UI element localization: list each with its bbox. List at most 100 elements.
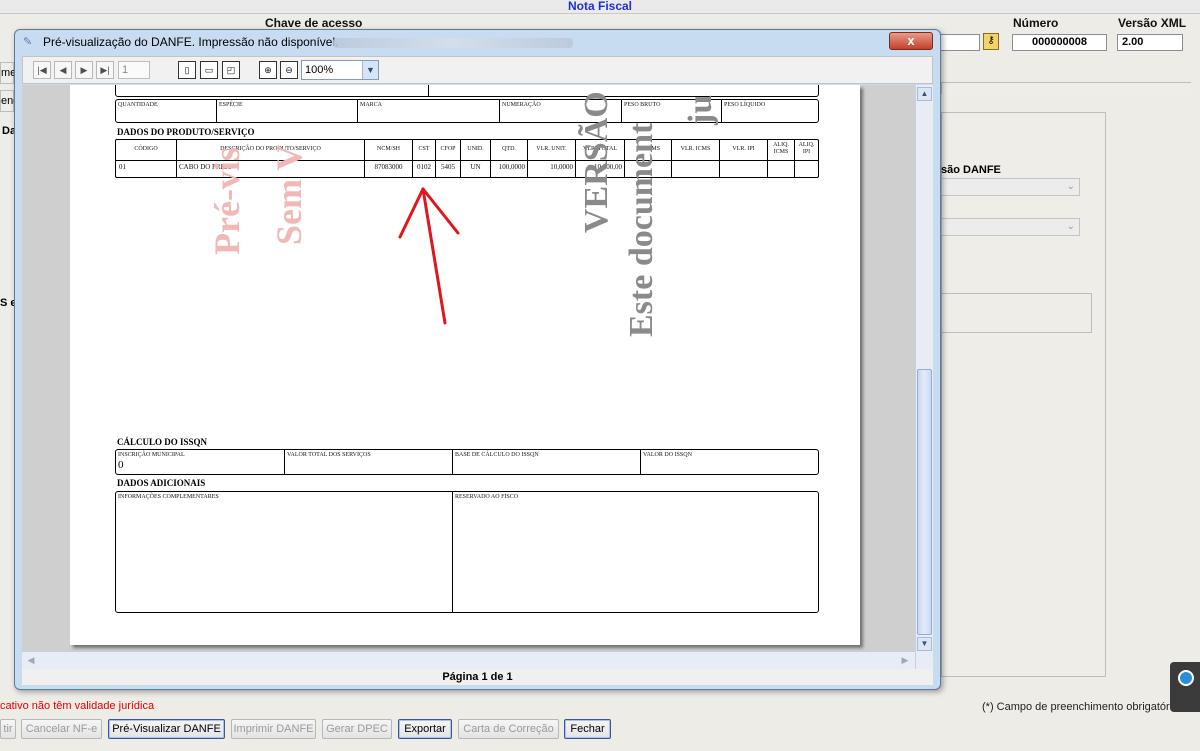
scroll-left-icon[interactable]: ◀ (24, 653, 38, 668)
issqn-title: CÁLCULO DO ISSQN (117, 437, 208, 447)
col-header: NCM/SH (376, 146, 400, 152)
divider (428, 85, 429, 96)
first-page-icon[interactable]: |◀ (33, 61, 51, 79)
col-header: CÓDIGO (134, 146, 158, 152)
danfe-format-label: são DANFE (941, 164, 1001, 176)
scroll-up-icon[interactable]: ▲ (917, 87, 932, 101)
last-page-icon[interactable]: ▶| (96, 61, 114, 79)
product-ncm: 87083000 (374, 163, 403, 171)
watermark-red-1: Pré-vis (207, 147, 247, 255)
watermark-gray-1: VERSÃO (578, 91, 615, 233)
divider (452, 492, 453, 612)
scroll-down-icon[interactable]: ▼ (917, 637, 932, 651)
issqn-header: INSCRIÇÃO MUNICIPAL (118, 452, 185, 458)
gerar-dpec-button[interactable]: Gerar DPEC (322, 719, 392, 739)
vol-header: PESO LÍQUIDO (724, 102, 766, 108)
issqn-box: INSCRIÇÃO MUNICIPAL VALOR TOTAL DOS SERV… (115, 449, 819, 475)
vol-header: ESPÉCIE (219, 102, 243, 108)
chevron-down-icon: ⌄ (1066, 221, 1075, 232)
zoom-value: 100% (305, 64, 334, 76)
warning-text: cativo não têm validade jurídica (0, 700, 155, 712)
versao-label: Versão XML (1118, 16, 1187, 30)
required-note: (*) Campo de preenchimento obrigatório. (982, 701, 1182, 713)
inscricao-value: 0 (118, 459, 124, 471)
product-unit: UN (470, 163, 481, 171)
issqn-header: VALOR TOTAL DOS SERVIÇOS (287, 452, 371, 458)
app-title: Nota Fiscal (567, 0, 633, 13)
vol-header: NUMERAÇÃO (502, 102, 541, 108)
zoom-in-icon[interactable]: ⊕ (259, 61, 277, 79)
scroll-right-icon[interactable]: ▶ (898, 653, 912, 668)
page-width-icon[interactable]: ▭ (200, 61, 218, 79)
chave-label: Chave de acesso (265, 16, 363, 30)
side-tab-1[interactable]: met (0, 62, 19, 84)
close-button[interactable]: x (889, 32, 933, 50)
danfe-page: QUANTIDADE ESPÉCIE MARCA NUMERAÇÃO PESO … (70, 85, 860, 645)
pre-visualizar-danfe-button[interactable]: Pré-Visualizar DANFE (108, 719, 225, 739)
page-fit-icon[interactable]: ◰ (222, 61, 240, 79)
watermark-red-2: Sem V (269, 144, 309, 245)
col-header: ALIQ. IPI (798, 142, 815, 155)
adicionais-box: INFORMAÇÕES COMPLEMENTARES RESERVADO AO … (115, 491, 819, 613)
chevron-down-icon: ▼ (362, 61, 378, 79)
product-qty: 100,0000 (498, 163, 525, 171)
scroll-thumb[interactable] (917, 369, 932, 635)
watermark-gray-2: Este document (623, 122, 660, 337)
preview-toolbar: |◀ ◀ ▶ ▶| 1 ▯ ▭ ◰ ⊕ ⊖ 100% ▼ (22, 56, 933, 84)
vol-header: QUANTIDADE (118, 102, 158, 108)
issqn-header: BASE DE CÁLCULO DO ISSQN (455, 452, 539, 458)
products-title: DADOS DO PRODUTO/SERVIÇO (117, 127, 255, 137)
preview-viewport: QUANTIDADE ESPÉCIE MARCA NUMERAÇÃO PESO … (22, 85, 933, 669)
page-number-input[interactable]: 1 (118, 61, 150, 79)
numero-label: Número (1013, 16, 1059, 30)
col-header: VLR. UNIT. (536, 146, 567, 152)
zoom-out-icon[interactable]: ⊖ (280, 61, 298, 79)
watermark-gray-3: ju (682, 94, 719, 125)
red-arrow-annotation (398, 187, 460, 325)
horizontal-scrollbar[interactable]: ◀ ▶ (22, 651, 915, 669)
numero-field[interactable]: 000000008 (1012, 34, 1107, 51)
product-cfop: 5405 (441, 163, 455, 171)
versao-field[interactable]: 2.00 (1117, 34, 1183, 51)
right-subpanel (941, 293, 1092, 333)
col-header: UNID. (467, 146, 484, 152)
fechar-button[interactable]: Fechar (564, 719, 611, 739)
right-panel-edge (941, 82, 1191, 94)
issqn-header: VALOR DO ISSQN (643, 452, 692, 458)
emitir-button[interactable]: tir (0, 719, 16, 739)
danfe-preview-window: ✎ Pré-visualização do DANFE. Impressão n… (14, 29, 941, 690)
blurred-key (333, 38, 573, 48)
side-tab-2[interactable]: eno (0, 90, 19, 112)
product-unit-value: 10,0000 (550, 163, 573, 171)
col-header: CST (418, 146, 430, 152)
page-single-icon[interactable]: ▯ (178, 61, 196, 79)
product-cst: 0102 (417, 163, 431, 171)
adicionais-title: DADOS ADICIONAIS (117, 478, 206, 488)
side-widget[interactable] (1170, 662, 1200, 712)
info-complementares-label: INFORMAÇÕES COMPLEMENTARES (118, 494, 219, 500)
widget-icon (1178, 670, 1194, 686)
prev-page-icon[interactable]: ◀ (54, 61, 72, 79)
vol-header: PESO BRUTO (624, 102, 661, 108)
app-title-bar: Nota Fiscal (0, 0, 1200, 14)
product-code: 01 (119, 163, 126, 171)
cancelar-nfe-button[interactable]: Cancelar NF-e (21, 719, 102, 739)
col-header: QTD. (502, 146, 516, 152)
col-header: CFOP (440, 146, 456, 152)
vertical-scrollbar[interactable]: ▲ ▼ (915, 85, 933, 669)
carta-correcao-button[interactable]: Carta de Correção (458, 719, 559, 739)
danfe-select-1[interactable]: ⌄ (941, 178, 1080, 196)
col-header: VLR. ICMS (680, 146, 711, 152)
zoom-select[interactable]: 100% ▼ (301, 60, 379, 80)
col-header: ALIQ. ICMS (773, 142, 789, 155)
next-page-icon[interactable]: ▶ (75, 61, 93, 79)
exportar-button[interactable]: Exportar (398, 719, 452, 739)
danfe-select-2[interactable]: ⌄ (941, 218, 1080, 236)
arrow-shaft (421, 187, 447, 325)
chevron-down-icon: ⌄ (1066, 181, 1075, 192)
reservado-fisco-label: RESERVADO AO FISCO (455, 494, 519, 500)
chave-field[interactable] (940, 34, 980, 51)
key-icon[interactable]: ⚷ (983, 33, 999, 50)
arrow-head-left (398, 187, 425, 239)
imprimir-danfe-button[interactable]: Imprimir DANFE (231, 719, 316, 739)
